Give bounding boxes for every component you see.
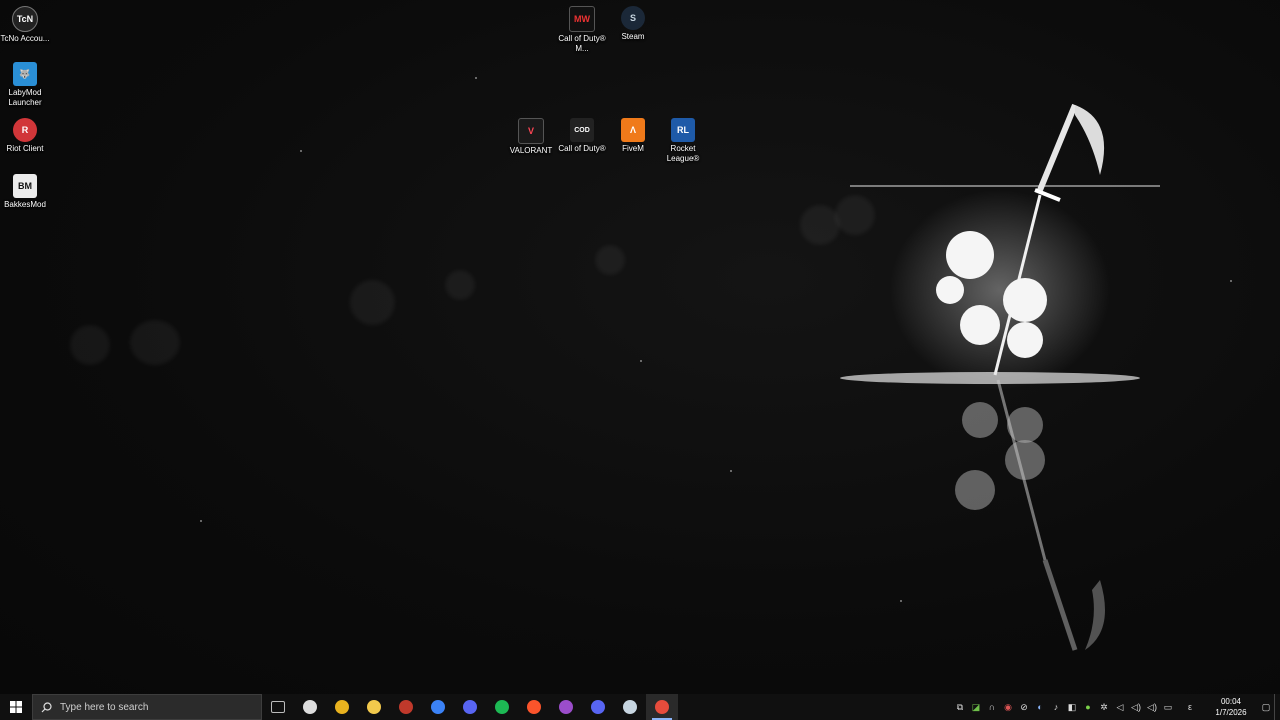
nvidia-icon[interactable]: ◪ (968, 694, 984, 720)
tcno-icon: TcN (12, 6, 38, 32)
desktop-icon-label: TcNo Accou... (0, 34, 50, 43)
desktop-icon-label: Steam (621, 32, 645, 41)
desktop-icon-label: Call of Duty® (558, 144, 606, 153)
system-tray: ⧉ ◪ ∩ ◉ ⊘ ◐ ♪ ◧ ● ✲ ◁ ◁) ◁) ▭ ε 00:04 1/… (952, 694, 1280, 720)
volume-alt-icon[interactable]: ◁) (1144, 694, 1160, 720)
desktop-icon-label: Riot Client (6, 144, 44, 153)
clock-date: 1/7/2026 (1215, 708, 1247, 717)
desktop-icon-bakkesmod[interactable]: BM BakkesMod (0, 174, 50, 210)
taskbar: Type here to search ⧉ ◪ ∩ ◉ ⊘ ◐ ♪ ◧ ● ✲ … (0, 694, 1280, 720)
desktop-icon-valorant[interactable]: V VALORANT (506, 118, 556, 156)
discord-alt-icon (463, 700, 477, 714)
task-view-icon (271, 701, 285, 713)
desktop-icon-fivem[interactable]: Λ FiveM (608, 118, 658, 154)
wallpaper-sword-art (840, 103, 1160, 651)
desktop-icon-label: FiveM (622, 144, 644, 153)
blue-app-icon (431, 700, 445, 714)
taskbar-pinned-apps (262, 694, 678, 720)
bokeh-decoration (130, 320, 180, 365)
riot-tray-icon[interactable]: ◉ (1000, 694, 1016, 720)
headset-icon[interactable]: ∩ (984, 694, 1000, 720)
bokeh-decoration (70, 325, 110, 365)
desktop-icon-tcno[interactable]: TcN TcNo Accou... (0, 6, 50, 44)
taskbar-app-button[interactable] (550, 694, 582, 720)
taskbar-app-button[interactable] (294, 694, 326, 720)
taskbar-search-box[interactable]: Type here to search (32, 694, 262, 720)
tray-app-icon[interactable]: ⧉ (952, 694, 968, 720)
tray-app-icon[interactable]: ⊘ (1016, 694, 1032, 720)
star-decoration (640, 360, 642, 362)
search-icon (41, 701, 52, 712)
rocket-league-icon: RL (671, 118, 695, 142)
taskbar-app-button[interactable] (582, 694, 614, 720)
windows-logo-icon (10, 701, 22, 713)
steam-icon: S (621, 6, 645, 30)
labymod-icon: 🐺 (13, 62, 37, 86)
spotify-icon (495, 700, 509, 714)
bokeh-decoration (445, 270, 475, 300)
taskbar-app-button[interactable] (262, 694, 294, 720)
desktop-icon-label: Rocket League® (666, 144, 700, 163)
star-decoration (730, 470, 732, 472)
desktop-icon-label: VALORANT (509, 146, 553, 155)
desktop-icon-riot-client[interactable]: R Riot Client (0, 118, 50, 154)
volume-icon[interactable]: ◁) (1128, 694, 1144, 720)
input-language[interactable]: ε (1176, 694, 1204, 720)
notification-icon[interactable]: ▢ (1258, 694, 1274, 720)
steelseries-icon (303, 700, 317, 714)
riot-game-icon (399, 700, 413, 714)
desktop-icon-label: LabyMod Launcher (8, 88, 42, 107)
star-decoration (475, 77, 477, 79)
speaker-icon[interactable]: ◁ (1112, 694, 1128, 720)
desktop-icon-rocket-league[interactable]: RL Rocket League® (658, 118, 708, 164)
taskbar-app-button[interactable] (646, 694, 678, 720)
desktop-icon-label: Call of Duty® M... (558, 34, 606, 53)
desktop-icon-label: BakkesMod (4, 200, 46, 209)
taskbar-app-button[interactable] (326, 694, 358, 720)
search-placeholder: Type here to search (60, 701, 149, 713)
status-dot-icon[interactable]: ● (1080, 694, 1096, 720)
microphone-icon[interactable]: ♪ (1048, 694, 1064, 720)
taskbar-app-button[interactable] (454, 694, 486, 720)
star-decoration (1230, 280, 1232, 282)
steam-taskbar-icon (623, 700, 637, 714)
riot-client-icon: R (13, 118, 37, 142)
start-button[interactable] (0, 694, 32, 720)
bokeh-decoration (350, 280, 395, 325)
brave-icon (527, 700, 541, 714)
brightness-icon[interactable]: ✲ (1096, 694, 1112, 720)
show-desktop-button[interactable] (1274, 694, 1280, 720)
cod-mw-icon: MW (569, 6, 595, 32)
desktop[interactable]: TcN TcNo Accou... 🐺 LabyMod Launcher R R… (0, 0, 1280, 694)
desktop-icon-steam[interactable]: S Steam (608, 6, 658, 42)
network-icon[interactable]: ▭ (1160, 694, 1176, 720)
desktop-icon-labymod[interactable]: 🐺 LabyMod Launcher (0, 62, 50, 108)
taskbar-app-button[interactable] (518, 694, 550, 720)
taskbar-app-button[interactable] (390, 694, 422, 720)
bakkesmod-icon: BM (13, 174, 37, 198)
taskbar-app-button[interactable] (486, 694, 518, 720)
taskbar-app-button[interactable] (422, 694, 454, 720)
taskbar-clock[interactable]: 00:04 1/7/2026 (1204, 696, 1258, 718)
active-app-icon (655, 700, 669, 714)
taskbar-app-button[interactable] (614, 694, 646, 720)
desktop-icon-cod-mw[interactable]: MW Call of Duty® M... (557, 6, 607, 54)
desktop-icon-cod[interactable]: COD Call of Duty® (557, 118, 607, 154)
clock-time: 00:04 (1220, 697, 1242, 706)
fivem-icon: Λ (621, 118, 645, 142)
taskbar-app-button[interactable] (358, 694, 390, 720)
winrar-icon (559, 700, 573, 714)
bokeh-decoration (595, 245, 625, 275)
chrome-icon (335, 700, 349, 714)
star-decoration (200, 520, 202, 522)
steam-tray-icon[interactable]: ◐ (1032, 694, 1048, 720)
cod-icon: COD (570, 118, 594, 142)
star-decoration (300, 150, 302, 152)
file-explorer-icon (367, 700, 381, 714)
valorant-icon: V (518, 118, 544, 144)
discord-icon (591, 700, 605, 714)
tray-app-icon[interactable]: ◧ (1064, 694, 1080, 720)
